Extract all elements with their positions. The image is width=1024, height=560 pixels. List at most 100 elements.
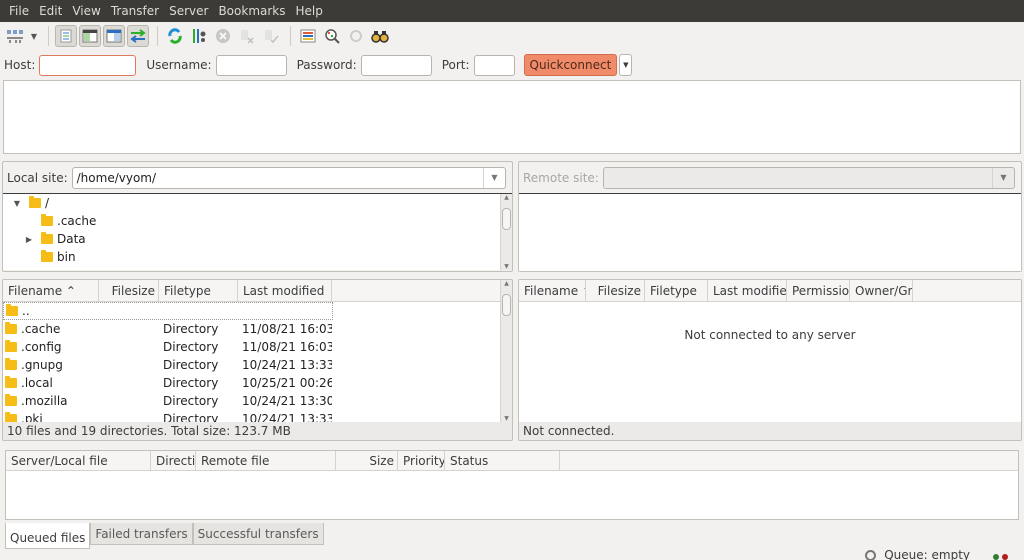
menu-server[interactable]: Server (164, 4, 213, 18)
column-filetype[interactable]: Filetype (645, 280, 708, 301)
file-type: Directory (163, 340, 219, 354)
local-file-list: Filename ⌃ Filesize Filetype Last modifi… (3, 280, 512, 422)
file-row[interactable]: .gnupg Directory 10/24/21 13:33... (3, 356, 512, 374)
file-row[interactable]: .local Directory 10/25/21 00:26... (3, 374, 512, 392)
host-input[interactable] (39, 54, 137, 76)
menu-transfer[interactable]: Transfer (106, 4, 164, 18)
file-row[interactable]: .config Directory 11/08/21 16:03... (3, 338, 512, 356)
toggle-log-icon[interactable] (55, 25, 77, 47)
username-label: Username: (146, 58, 212, 72)
remote-file-list-panel: Filename ⌃ Filesize Filetype Last modifi… (518, 279, 1022, 441)
toggle-local-tree-icon[interactable] (79, 25, 101, 47)
tree-item-label: bin (57, 250, 76, 264)
expander-icon[interactable]: ▶ (23, 235, 35, 244)
filter-icon[interactable] (297, 25, 319, 47)
toggle-queue-icon[interactable] (127, 25, 149, 47)
file-row[interactable]: .. (3, 302, 333, 320)
menu-bookmarks[interactable]: Bookmarks (213, 4, 290, 18)
file-type: Directory (163, 412, 219, 422)
password-input[interactable] (360, 54, 432, 76)
remote-site-label: Remote site: (523, 170, 599, 185)
column-server-local-file[interactable]: Server/Local file (6, 451, 151, 470)
cancel-icon[interactable] (212, 25, 234, 47)
message-log[interactable] (3, 80, 1021, 154)
site-manager-dropdown-icon[interactable]: ▼ (28, 25, 40, 47)
column-last-modified[interactable]: Last modified (708, 280, 787, 301)
folder-icon (5, 340, 17, 352)
column-owner-group[interactable]: Owner/Gro (850, 280, 913, 301)
file-row[interactable]: .mozilla Directory 10/24/21 13:30... (3, 392, 512, 410)
chevron-down-icon: ▼ (623, 61, 629, 69)
username-input[interactable] (215, 54, 287, 76)
remote-site-path-combo[interactable]: ▼ (602, 166, 1015, 189)
tree-item[interactable]: .cache (3, 212, 512, 230)
menu-view[interactable]: View (67, 4, 105, 18)
column-remote-file[interactable]: Remote file (196, 451, 336, 470)
toolbar-separator (48, 26, 49, 46)
expander-icon[interactable]: ▼ (11, 199, 23, 208)
tab-failed-transfers[interactable]: Failed transfers (90, 523, 193, 545)
local-site-path-combo[interactable]: /home/vyom/ ▼ (71, 166, 506, 189)
site-manager-icon[interactable] (4, 25, 26, 47)
tree-item[interactable]: ▶ Data (3, 230, 512, 248)
queue-tabs: Queued files Failed transfers Successful… (5, 523, 324, 549)
quickconnect-bar: Host: Username: Password: Port: Quickcon… (0, 51, 1024, 79)
file-name: .gnupg (21, 358, 63, 372)
column-direction[interactable]: Directio (151, 451, 196, 470)
port-input[interactable] (473, 54, 515, 76)
file-name: .. (22, 304, 30, 318)
local-tree-scrollbar[interactable]: ▲ ▼ (500, 194, 512, 270)
folder-icon (5, 412, 17, 422)
folder-icon (5, 394, 17, 406)
queue-header: Server/Local file Directio Remote file S… (6, 451, 1018, 471)
column-filesize[interactable]: Filesize (586, 280, 645, 301)
remote-status: Not connected. (519, 422, 1021, 440)
local-site-path[interactable]: /home/vyom/ (73, 171, 483, 185)
compare-icon[interactable] (321, 25, 343, 47)
quickconnect-button[interactable]: Quickconnect (523, 54, 618, 76)
file-row[interactable]: .cache Directory 11/08/21 16:03... (3, 320, 512, 338)
tree-item[interactable]: bin (3, 248, 512, 266)
folder-icon (41, 232, 53, 244)
column-filetype[interactable]: Filetype (159, 280, 238, 301)
local-list-scrollbar[interactable]: ▲ ▼ (500, 280, 512, 422)
toggle-remote-tree-icon[interactable] (103, 25, 125, 47)
local-site-bar: Local site: /home/vyom/ ▼ (3, 162, 512, 194)
menu-file[interactable]: File (4, 4, 34, 18)
folder-icon (5, 322, 17, 334)
process-queue-icon[interactable] (188, 25, 210, 47)
remote-list-header: Filename ⌃ Filesize Filetype Last modifi… (519, 280, 1021, 302)
send-indicator-icon (1002, 554, 1008, 560)
column-filename[interactable]: Filename ⌃ (3, 280, 99, 301)
column-permission[interactable]: Permission (787, 280, 850, 301)
reconnect-icon[interactable] (260, 25, 282, 47)
tree-item[interactable]: ▼ / (3, 194, 512, 212)
column-filename[interactable]: Filename ⌃ (519, 280, 586, 301)
menu-help[interactable]: Help (291, 4, 328, 18)
column-priority[interactable]: Priority (398, 451, 445, 470)
column-filesize[interactable]: Filesize (99, 280, 159, 301)
column-status[interactable]: Status (445, 451, 560, 470)
file-modified: 10/25/21 00:26... (242, 376, 332, 390)
disconnect-icon[interactable] (236, 25, 258, 47)
chevron-down-icon[interactable]: ▼ (992, 167, 1014, 188)
column-last-modified[interactable]: Last modified (238, 280, 332, 301)
sync-browse-icon[interactable] (345, 25, 367, 47)
menu-edit[interactable]: Edit (34, 4, 67, 18)
column-size[interactable]: Size (336, 451, 398, 470)
file-name: .cache (21, 322, 61, 336)
folder-icon (29, 196, 41, 208)
tab-queued-files[interactable]: Queued files (5, 523, 91, 549)
quickconnect-history-dropdown[interactable]: ▼ (619, 54, 633, 76)
tab-successful-transfers[interactable]: Successful transfers (192, 523, 324, 545)
search-icon[interactable] (369, 25, 391, 47)
local-file-list-panel: Filename ⌃ Filesize Filetype Last modifi… (2, 279, 513, 441)
folder-icon (5, 376, 17, 388)
file-modified: 10/24/21 13:30... (242, 394, 332, 408)
refresh-icon[interactable] (164, 25, 186, 47)
speed-limit-icon[interactable] (865, 550, 877, 560)
chevron-down-icon[interactable]: ▼ (483, 167, 505, 188)
tree-item-label: .cache (57, 214, 97, 228)
file-modified: 11/08/21 16:03... (242, 340, 332, 354)
file-row[interactable]: .pki Directory 10/24/21 13:33... (3, 410, 512, 422)
